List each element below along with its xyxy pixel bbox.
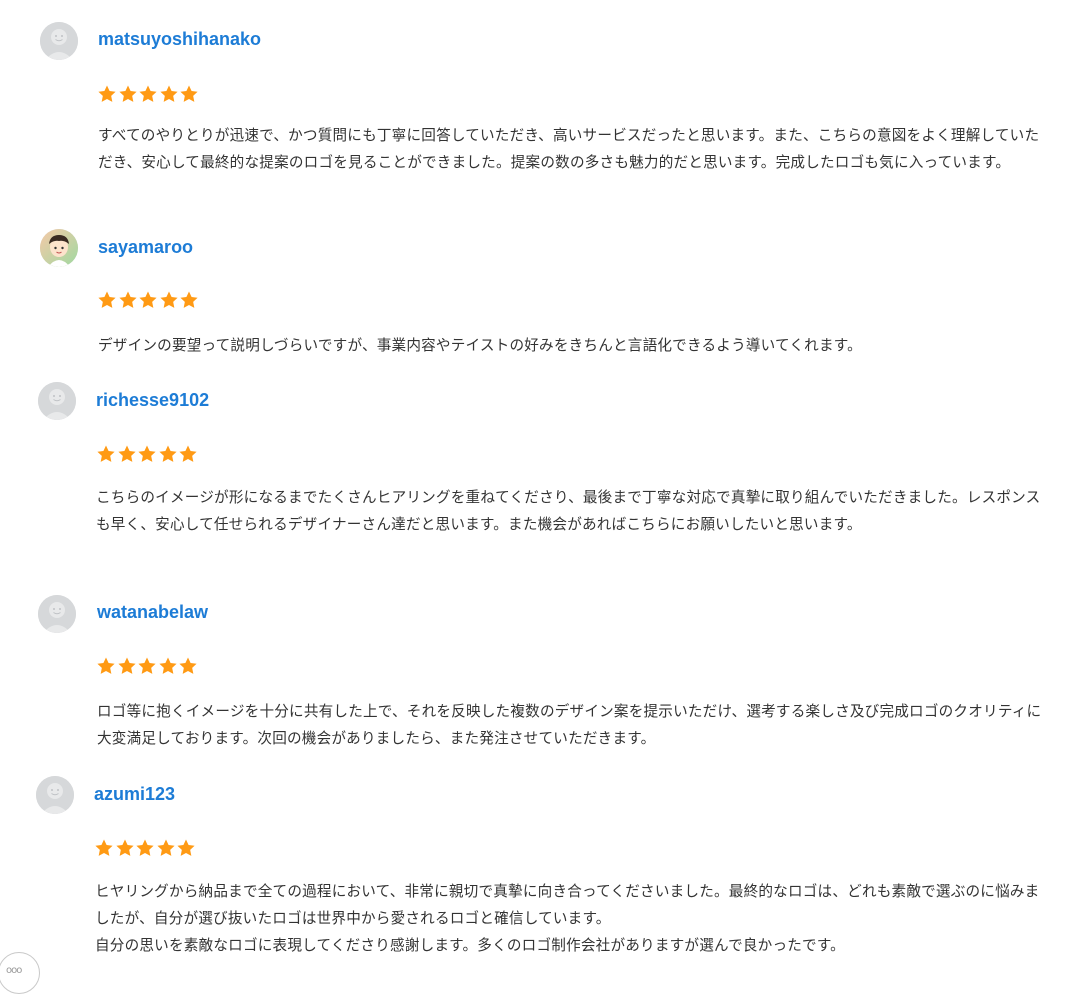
star-icon [117,656,138,676]
star-icon [159,290,180,310]
star-icon [179,84,200,104]
reviewer-name-link[interactable]: sayamaroo [98,237,193,258]
star-icon [137,656,158,676]
rating-stars [96,656,199,678]
star-icon [156,838,177,858]
review-text: すべてのやりとりが迅速で、かつ質問にも丁寧に回答していただき、高いサービスだった… [98,127,1040,171]
reviewer-name-link[interactable]: matsuyoshihanako [98,29,261,50]
star-icon [158,444,179,464]
star-icon [135,838,156,858]
default-avatar-icon[interactable] [38,382,76,420]
star-icon [158,656,179,676]
review-text: こちらのイメージが形になるまでたくさんヒアリングを重ねてくださり、最後まで丁寧な… [96,489,1041,533]
star-icon [117,444,138,464]
star-icon [179,290,200,310]
rating-stars [96,444,199,466]
star-icon [178,444,199,464]
review-text: デザインの要望って説明しづらいですが、事業内容やテイストの好みをきちんと言語化で… [98,337,862,354]
rating-stars [97,84,200,106]
star-icon [96,656,117,676]
review-text: ロゴ等に抱くイメージを十分に共有した上で、それを反映した複数のデザイン案を提示い… [97,703,1042,747]
star-icon [137,444,158,464]
default-avatar-icon[interactable] [38,595,76,633]
star-icon [97,84,118,104]
star-icon [178,656,199,676]
star-icon [115,838,136,858]
star-icon [118,84,139,104]
star-icon [94,838,115,858]
reviewer-name-link[interactable]: richesse9102 [96,390,209,411]
star-icon [97,290,118,310]
rating-stars [97,290,200,312]
rating-stars [94,838,197,860]
star-icon [176,838,197,858]
more-dots-icon: ooo [6,965,22,976]
star-icon [159,84,180,104]
star-icon [138,84,159,104]
reviewer-name-link[interactable]: watanabelaw [97,602,208,623]
star-icon [138,290,159,310]
star-icon [118,290,139,310]
default-avatar-icon[interactable] [40,22,78,60]
default-avatar-icon[interactable] [36,776,74,814]
star-icon [96,444,117,464]
illustrated-avatar-icon[interactable] [40,229,78,267]
reviewer-name-link[interactable]: azumi123 [94,784,175,805]
review-text: ヒヤリングから納品まで全ての過程において、非常に親切で真摯に向き合ってくださいま… [95,883,1040,954]
more-options-button[interactable]: ooo [0,952,40,994]
